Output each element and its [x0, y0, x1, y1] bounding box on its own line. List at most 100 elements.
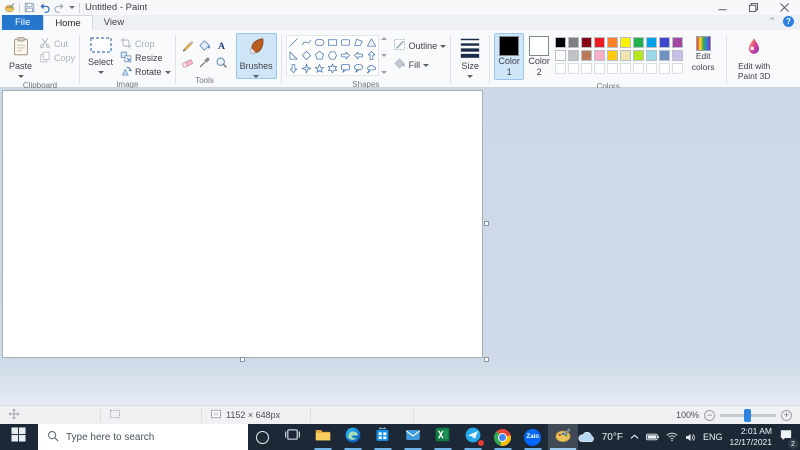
shape-four-point-star-button[interactable] — [300, 62, 313, 75]
battery-icon[interactable] — [645, 433, 659, 441]
taskbar-chrome-button[interactable] — [488, 424, 518, 450]
palette-swatch-3[interactable] — [581, 37, 593, 48]
shape-line-button[interactable] — [287, 36, 300, 49]
size-button[interactable]: Size — [455, 33, 485, 79]
palette-swatch-7[interactable] — [633, 37, 645, 48]
cut-button[interactable]: Cut — [39, 37, 75, 50]
volume-icon[interactable] — [685, 433, 696, 442]
shapes-scroll-down-icon[interactable] — [380, 54, 387, 57]
shape-down-arrow-button[interactable] — [287, 62, 300, 75]
shape-right-triangle-button[interactable] — [287, 49, 300, 62]
palette-swatch-empty-8[interactable] — [646, 63, 658, 74]
start-button[interactable] — [0, 424, 38, 450]
shape-right-arrow-button[interactable] — [339, 49, 352, 62]
shape-hexagon-button[interactable] — [326, 49, 339, 62]
palette-swatch-empty-1[interactable] — [555, 63, 567, 74]
zoom-slider-thumb[interactable] — [744, 408, 751, 422]
customize-qat-button[interactable] — [69, 1, 75, 14]
shape-oval-callout-button[interactable] — [352, 62, 365, 75]
undo-button[interactable] — [39, 1, 50, 14]
taskbar-excel-button[interactable] — [428, 424, 458, 450]
shapes-more-icon[interactable] — [380, 71, 387, 74]
palette-swatch-9[interactable] — [659, 37, 671, 48]
text-tool-button[interactable]: A — [214, 37, 230, 53]
restore-button[interactable] — [738, 0, 769, 15]
shape-rounded-callout-button[interactable] — [339, 62, 352, 75]
palette-swatch-8[interactable] — [646, 37, 658, 48]
canvas-resize-handle-bottom[interactable] — [240, 357, 245, 362]
drawing-canvas[interactable] — [2, 90, 483, 358]
shape-rounded-rectangle-button[interactable] — [339, 36, 352, 49]
palette-swatch-10[interactable] — [672, 37, 684, 48]
taskbar-task-view-button[interactable] — [278, 424, 308, 450]
color2-button[interactable]: Color 2 — [524, 33, 554, 80]
taskbar-mail-button[interactable] — [398, 424, 428, 450]
palette-swatch-17[interactable] — [633, 50, 645, 61]
zoom-in-button[interactable]: + — [781, 409, 792, 421]
palette-swatch-6[interactable] — [620, 37, 632, 48]
palette-swatch-empty-2[interactable] — [568, 63, 580, 74]
resize-button[interactable]: Resize — [120, 51, 171, 64]
edit-colors-button[interactable]: Edit colors — [684, 33, 722, 73]
taskbar-file-explorer-button[interactable] — [308, 424, 338, 450]
collapse-ribbon-icon[interactable]: ⌃ — [768, 17, 776, 26]
palette-swatch-4[interactable] — [594, 37, 606, 48]
pencil-tool-button[interactable] — [180, 37, 196, 53]
palette-swatch-empty-3[interactable] — [581, 63, 593, 74]
palette-swatch-empty-4[interactable] — [594, 63, 606, 74]
help-icon[interactable]: ? — [783, 16, 794, 27]
close-button[interactable] — [769, 0, 800, 15]
shape-polygon-button[interactable] — [352, 36, 365, 49]
shape-fill-button[interactable]: Fill — [393, 57, 447, 72]
color1-button[interactable]: Color 1 — [494, 33, 525, 80]
tab-home[interactable]: Home — [43, 15, 93, 30]
taskbar-store-button[interactable] — [368, 424, 398, 450]
tab-file[interactable]: File — [2, 15, 44, 30]
crop-button[interactable]: Crop — [120, 37, 171, 50]
shape-diamond-button[interactable] — [300, 49, 313, 62]
palette-swatch-2[interactable] — [568, 37, 580, 48]
palette-swatch-19[interactable] — [659, 50, 671, 61]
redo-button[interactable] — [54, 1, 65, 14]
edit-with-paint3d-button[interactable]: Edit with Paint 3D — [731, 33, 777, 83]
shape-left-arrow-button[interactable] — [352, 49, 365, 62]
tab-view[interactable]: View — [93, 15, 135, 30]
palette-swatch-12[interactable] — [568, 50, 580, 61]
magnifier-tool-button[interactable] — [214, 54, 230, 70]
brushes-button[interactable]: Brushes — [235, 33, 277, 79]
shapes-scroll-up-icon[interactable] — [380, 37, 387, 40]
palette-swatch-empty-6[interactable] — [620, 63, 632, 74]
minimize-button[interactable] — [707, 0, 738, 15]
zoom-slider[interactable] — [720, 408, 776, 422]
wifi-icon[interactable] — [666, 432, 678, 442]
palette-swatch-18[interactable] — [646, 50, 658, 61]
palette-swatch-15[interactable] — [607, 50, 619, 61]
temperature[interactable]: 70°F — [602, 432, 623, 443]
fill-tool-button[interactable] — [197, 37, 213, 53]
palette-swatch-20[interactable] — [672, 50, 684, 61]
tray-chevron-up-icon[interactable] — [630, 434, 639, 440]
palette-swatch-13[interactable] — [581, 50, 593, 61]
palette-swatch-empty-5[interactable] — [607, 63, 619, 74]
save-button[interactable] — [24, 1, 35, 14]
palette-swatch-16[interactable] — [620, 50, 632, 61]
shape-triangle-button[interactable] — [365, 36, 378, 49]
shape-up-arrow-button[interactable] — [365, 49, 378, 62]
action-center-button[interactable]: 2 — [779, 428, 798, 449]
shape-six-point-star-button[interactable] — [326, 62, 339, 75]
copy-button[interactable]: Copy — [39, 51, 75, 64]
taskbar-paint-button[interactable] — [547, 424, 578, 450]
palette-swatch-empty-9[interactable] — [659, 63, 671, 74]
palette-swatch-empty-7[interactable] — [633, 63, 645, 74]
eraser-tool-button[interactable] — [180, 54, 196, 70]
shape-curve-button[interactable] — [300, 36, 313, 49]
taskbar-messenger-button[interactable] — [458, 424, 488, 450]
palette-swatch-5[interactable] — [607, 37, 619, 48]
palette-swatch-14[interactable] — [594, 50, 606, 61]
palette-swatch-empty-10[interactable] — [672, 63, 684, 74]
language-indicator[interactable]: ENG — [703, 432, 723, 442]
rotate-button[interactable]: Rotate — [120, 65, 171, 78]
clock[interactable]: 2:01 AM 12/17/2021 — [729, 426, 772, 447]
palette-swatch-11[interactable] — [555, 50, 567, 61]
paste-button[interactable]: Paste — [5, 33, 36, 79]
